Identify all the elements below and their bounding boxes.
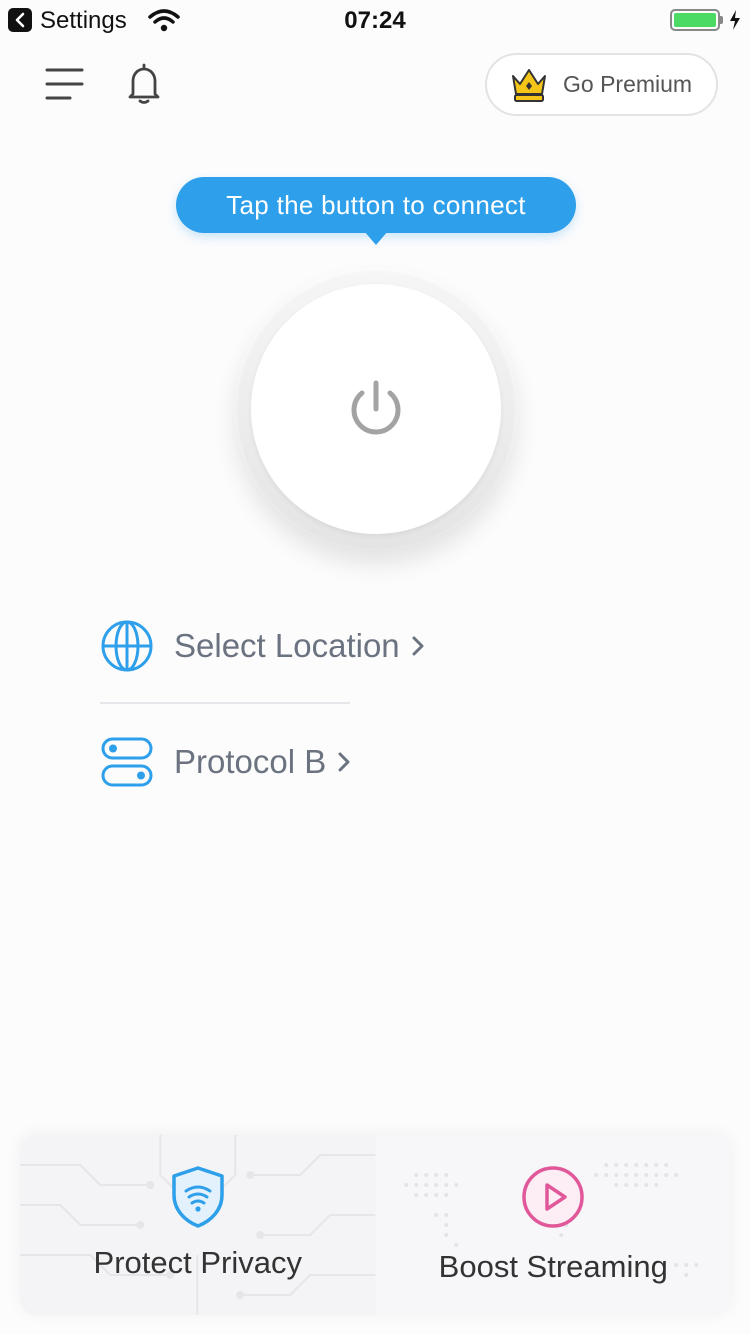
menu-icon: [45, 68, 84, 100]
go-premium-label: Go Premium: [563, 71, 693, 97]
connect-tooltip: Tap the button to connect: [176, 177, 576, 233]
protect-privacy-card[interactable]: Protect Privacy: [20, 1135, 376, 1315]
status-bar: Settings 07:24: [0, 0, 750, 42]
status-time: 07:24: [344, 7, 406, 34]
protect-privacy-label: Protect Privacy: [93, 1245, 302, 1280]
menu-button[interactable]: [40, 60, 88, 108]
tooltip-text: Tap the button to connect: [226, 189, 526, 220]
notifications-button[interactable]: [120, 60, 168, 108]
boost-streaming-card[interactable]: Boost Streaming: [375, 1135, 731, 1315]
protocol-row[interactable]: Protocol B: [100, 734, 352, 790]
connect-power-button[interactable]: [235, 268, 517, 550]
chevron-right-icon: [338, 752, 350, 772]
feature-cards: Protect Privacy Boost Streaming: [20, 1135, 731, 1315]
battery-icon: [670, 9, 720, 31]
tooltip-arrow: [364, 231, 388, 245]
chevron-right-icon: [412, 636, 424, 656]
boost-streaming-label: Boost Streaming: [438, 1249, 668, 1284]
play-circle-icon: [522, 1166, 584, 1228]
power-button-face[interactable]: [251, 284, 501, 534]
charging-bolt-icon: [730, 10, 740, 30]
options-divider: [100, 702, 350, 704]
protocol-label: Protocol B: [174, 743, 327, 780]
crown-icon: [512, 68, 546, 102]
battery-tip: [720, 16, 723, 24]
go-premium-button[interactable]: Go Premium: [485, 53, 718, 116]
toggle-switches-icon: [101, 737, 153, 787]
select-location-label: Select Location: [174, 627, 400, 664]
power-icon: [351, 380, 401, 435]
globe-icon: [101, 620, 153, 672]
bell-icon: [128, 63, 160, 104]
select-location-row[interactable]: Select Location: [100, 618, 426, 674]
shield-wifi-icon: [172, 1166, 224, 1228]
